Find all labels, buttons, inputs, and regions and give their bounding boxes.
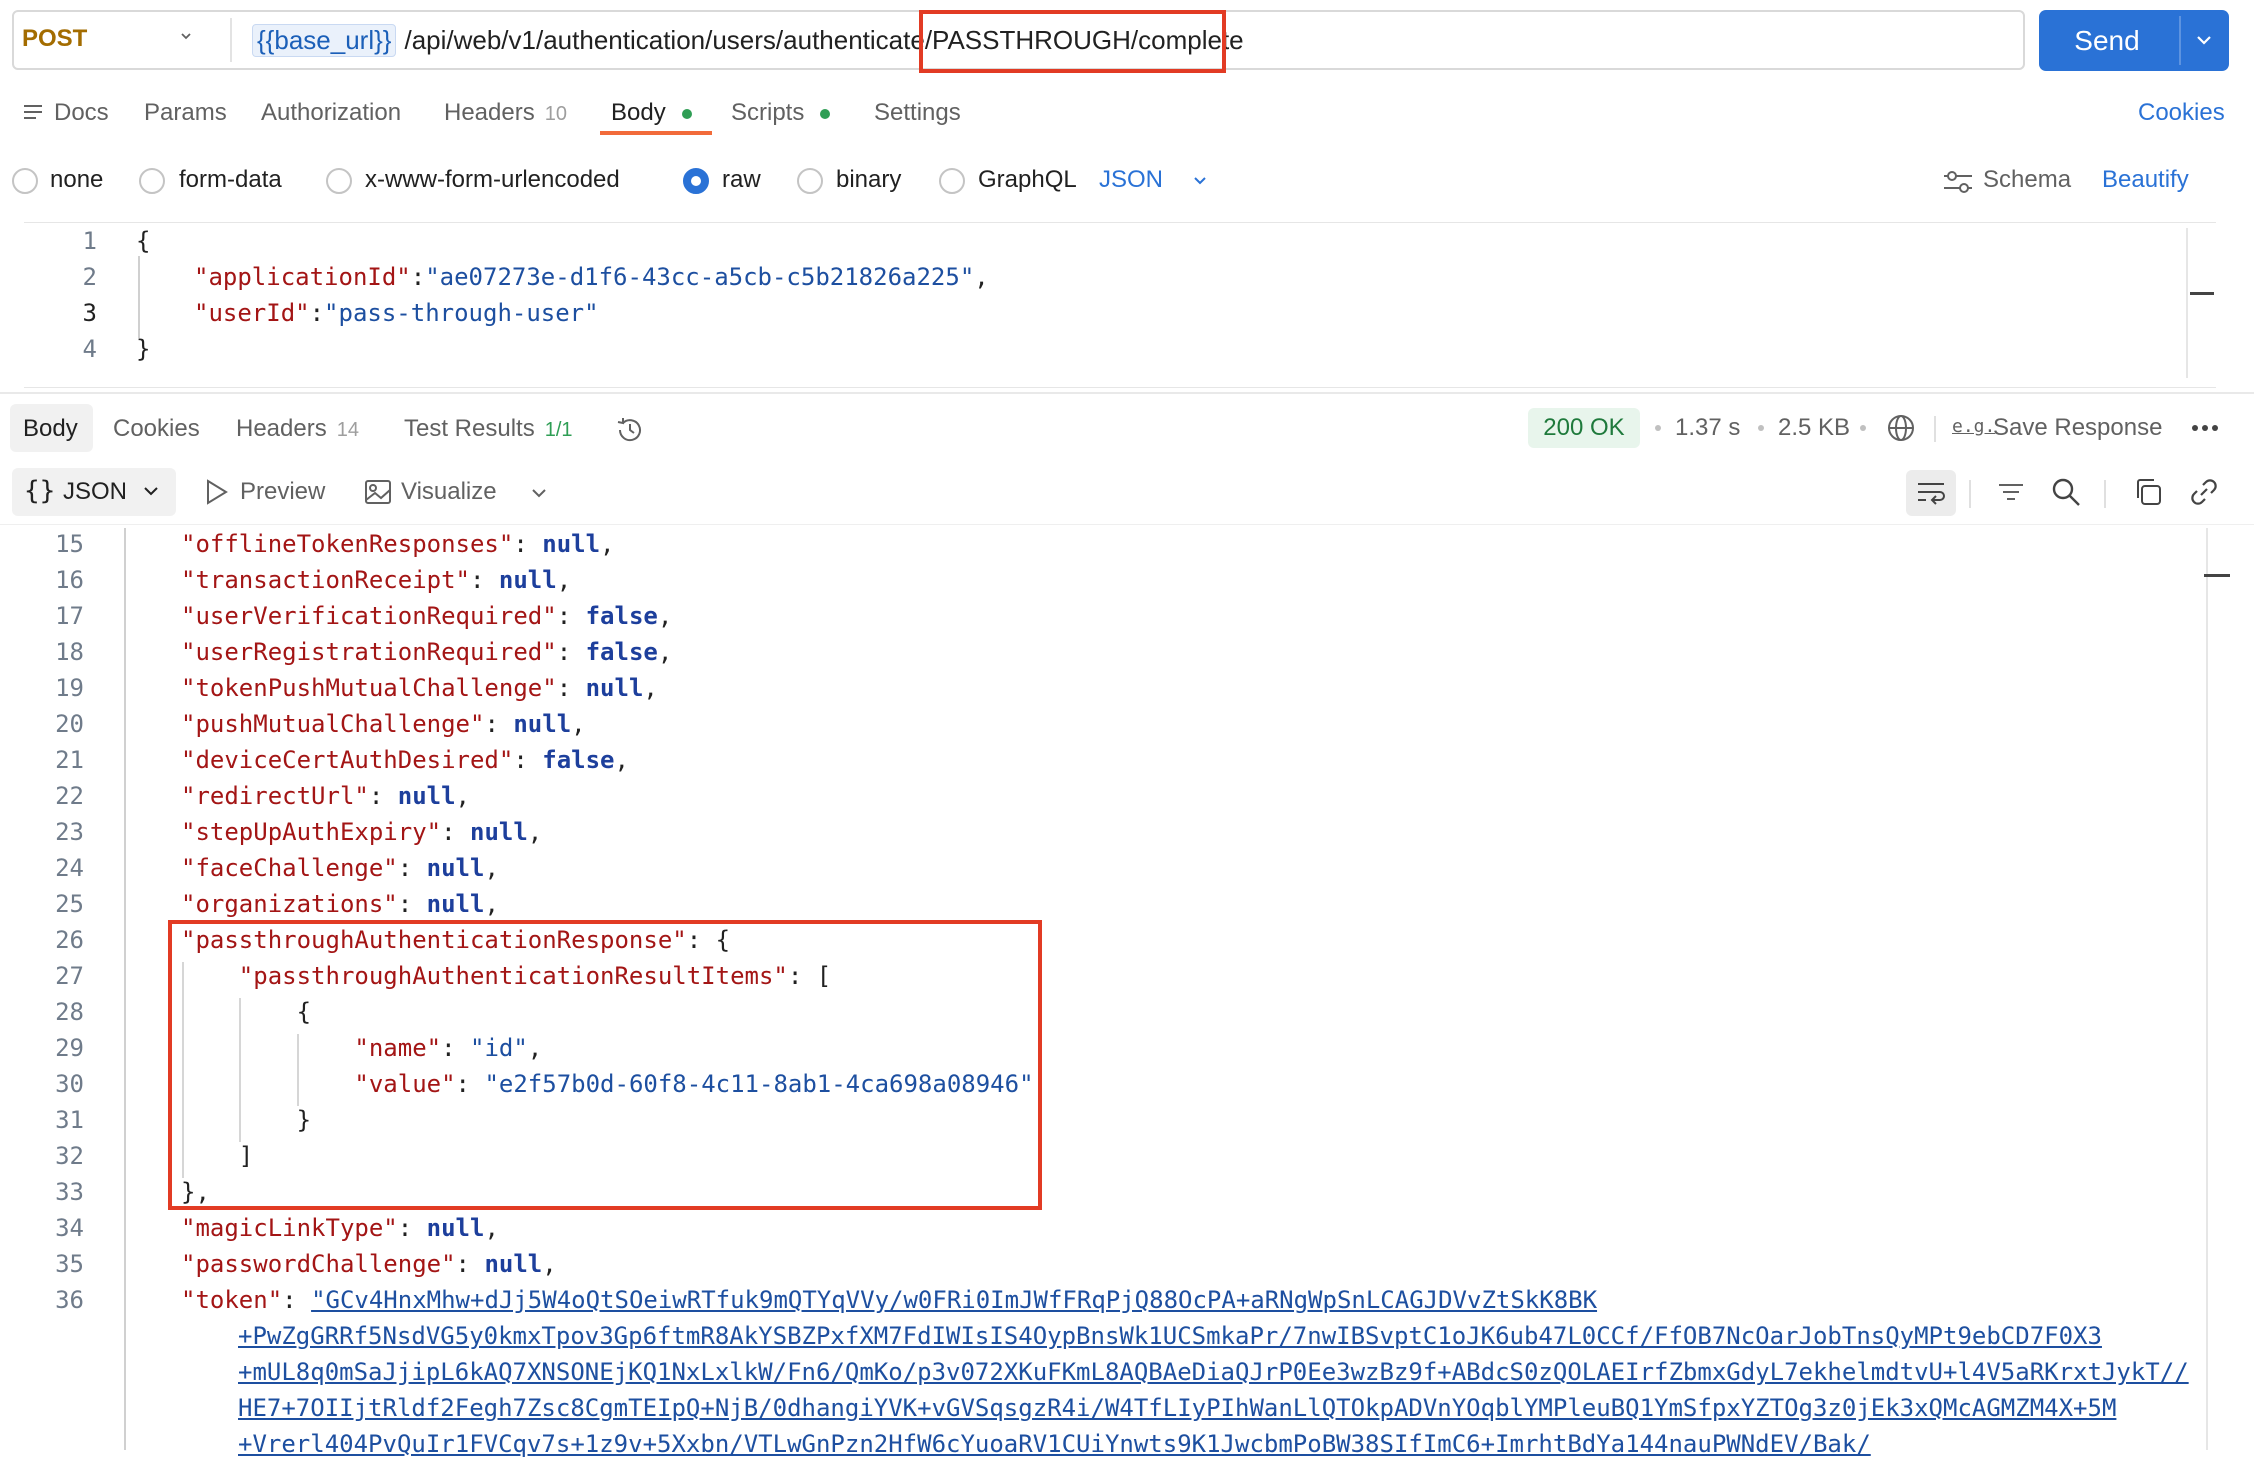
- json-string-continuation[interactable]: +mUL8q0mSaJjipL6kAQ7XNSONEjKQ1NxLxlkW/Fn…: [238, 1358, 2189, 1386]
- line-number: 16: [55, 566, 84, 594]
- json-colon: :: [397, 854, 427, 882]
- json-key: "redirectUrl": [181, 782, 369, 810]
- json-keyword: null: [426, 890, 485, 918]
- json-colon: :: [455, 1250, 485, 1278]
- json-line: "faceChallenge": null,: [181, 854, 499, 882]
- json-punct: ,: [614, 746, 629, 774]
- line-number: 35: [55, 1250, 84, 1278]
- json-string-continuation[interactable]: HE7+7OIIjtRldf2Fegh7Zsc8CgmTEIpQ+NjB/0dh…: [238, 1394, 2116, 1422]
- json-line: "pushMutualChallenge": null,: [181, 710, 586, 738]
- json-keyword: false: [585, 602, 658, 630]
- json-key: "faceChallenge": [181, 854, 398, 882]
- json-punct: ,: [484, 854, 499, 882]
- json-string-continuation[interactable]: +PwZgGRRf5NsdVG5y0kmxTpov3Gp6ftmR8AkYSBZ…: [238, 1322, 2102, 1350]
- json-key: "organizations": [181, 890, 398, 918]
- json-line: "magicLinkType": null,: [181, 1214, 499, 1242]
- json-keyword: null: [484, 1250, 543, 1278]
- json-colon: :: [556, 638, 586, 666]
- line-number: 34: [55, 1214, 84, 1242]
- json-line: "organizations": null,: [181, 890, 499, 918]
- json-punct: ,: [484, 890, 499, 918]
- json-colon: :: [397, 890, 427, 918]
- json-punct: ,: [556, 566, 572, 594]
- json-key: "tokenPushMutualChallenge": [181, 674, 557, 702]
- line-number: 33: [55, 1178, 84, 1206]
- json-line: "tokenPushMutualChallenge": null,: [181, 674, 658, 702]
- json-keyword: null: [542, 530, 601, 558]
- json-punct: ,: [657, 638, 673, 666]
- json-keyword: null: [397, 782, 456, 810]
- json-colon: :: [556, 674, 586, 702]
- json-key: "magicLinkType": [181, 1214, 398, 1242]
- line-number: 29: [55, 1034, 84, 1062]
- line-number: 30: [55, 1070, 84, 1098]
- json-line: "userVerificationRequired": false,: [181, 602, 672, 630]
- json-line: "token": "GCv4HnxMhw+dJj5W4oQtSOeiwRTfuk…: [181, 1286, 1597, 1314]
- json-colon: :: [441, 818, 470, 846]
- line-number: 28: [55, 998, 84, 1026]
- json-keyword: null: [585, 674, 644, 702]
- json-line: "passwordChallenge": null,: [181, 1250, 557, 1278]
- json-punct: ,: [455, 782, 470, 810]
- response-body-editor[interactable]: 15 "offlineTokenResponses": null, 16 "trans…: [0, 0, 2254, 1458]
- line-number: 22: [55, 782, 84, 810]
- json-key: "offlineTokenResponses": [181, 530, 514, 558]
- json-string-continuation[interactable]: +Vrerl404PvQuIr1FVCqv7s+1z9v+5Xxbn/VTLwG…: [238, 1430, 1871, 1458]
- line-number: 17: [55, 602, 84, 630]
- json-punct: ,: [657, 602, 673, 630]
- json-key: "pushMutualChallenge": [181, 710, 485, 738]
- line-number: 31: [55, 1106, 84, 1134]
- json-colon: :: [484, 710, 514, 738]
- json-punct: ,: [643, 674, 658, 702]
- line-number: 19: [55, 674, 84, 702]
- json-colon: :: [397, 1214, 427, 1242]
- json-keyword: false: [542, 746, 615, 774]
- line-number: 21: [55, 746, 84, 774]
- line-number: 36: [55, 1286, 84, 1314]
- json-keyword: false: [585, 638, 658, 666]
- json-keyword: null: [426, 854, 485, 882]
- json-string[interactable]: "GCv4HnxMhw+dJj5W4oQtSOeiwRTfuk9mQTYqVVy…: [311, 1286, 1597, 1314]
- json-key: "deviceCertAuthDesired": [181, 746, 514, 774]
- json-colon: :: [556, 602, 586, 630]
- json-punct: ,: [527, 818, 543, 846]
- line-number: 32: [55, 1142, 84, 1170]
- json-line: "redirectUrl": null,: [181, 782, 470, 810]
- json-keyword: null: [513, 710, 572, 738]
- json-highlight-box: [168, 920, 1042, 1210]
- json-keyword: null: [470, 818, 528, 846]
- json-key: "userRegistrationRequired": [181, 638, 557, 666]
- json-key: "stepUpAuthExpiry": [181, 818, 442, 846]
- json-colon: :: [513, 746, 543, 774]
- json-punct: ,: [600, 530, 615, 558]
- json-punct: ,: [571, 710, 586, 738]
- json-keyword: null: [426, 1214, 485, 1242]
- json-key: "token": [181, 1286, 283, 1314]
- line-number: 26: [55, 926, 84, 954]
- line-number: 25: [55, 890, 84, 918]
- line-number: 27: [55, 962, 84, 990]
- line-number: 20: [55, 710, 84, 738]
- line-number: 23: [55, 818, 84, 846]
- json-line: "stepUpAuthExpiry": null,: [181, 818, 542, 846]
- json-colon: :: [469, 566, 499, 594]
- json-key: "userVerificationRequired": [181, 602, 557, 630]
- json-key: "passwordChallenge": [181, 1250, 456, 1278]
- json-line: "offlineTokenResponses": null,: [181, 530, 615, 558]
- line-number: 15: [55, 530, 84, 558]
- json-keyword: null: [498, 566, 557, 594]
- json-line: "transactionReceipt": null,: [181, 566, 571, 594]
- json-line: "deviceCertAuthDesired": false,: [181, 746, 629, 774]
- json-colon: :: [282, 1286, 312, 1314]
- json-punct: ,: [484, 1214, 499, 1242]
- line-number: 24: [55, 854, 84, 882]
- json-punct: ,: [542, 1250, 557, 1278]
- json-colon: :: [368, 782, 398, 810]
- json-colon: :: [513, 530, 543, 558]
- json-line: "userRegistrationRequired": false,: [181, 638, 672, 666]
- json-key: "transactionReceipt": [181, 566, 470, 594]
- line-number: 18: [55, 638, 84, 666]
